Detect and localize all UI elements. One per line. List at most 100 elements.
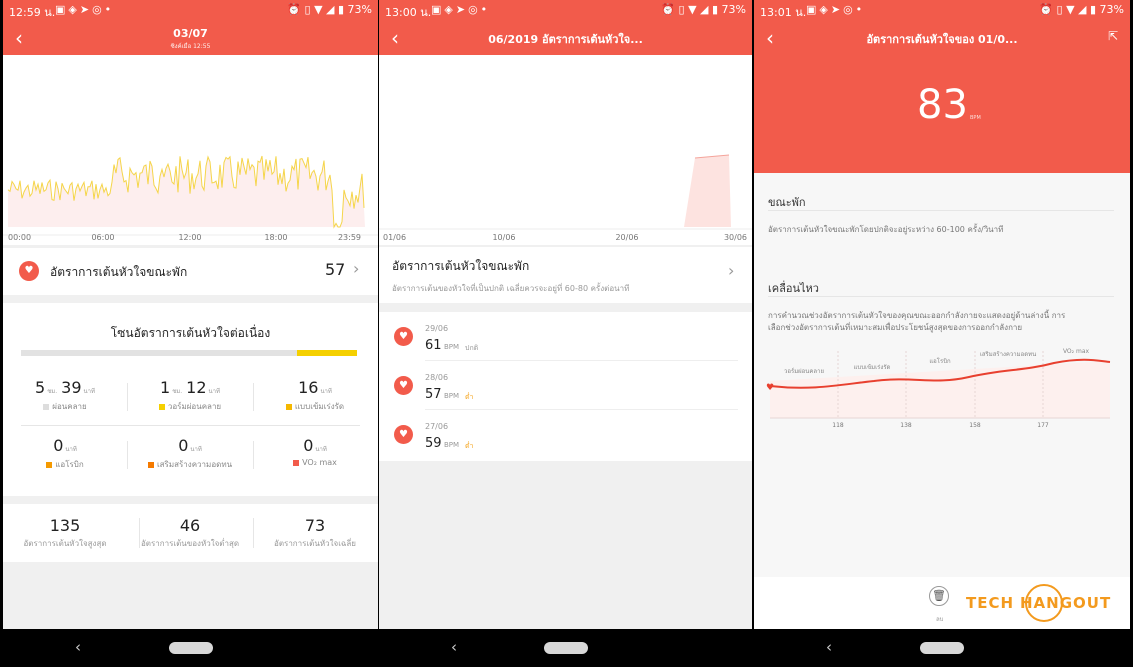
zone-tick-label: 158 — [969, 422, 981, 429]
resting-desc: อัตราการเต้นของหัวใจที่เป็นปกติ เฉลี่ยคว… — [392, 284, 630, 293]
move-desc-2: เลือกช่วงอัตราการเต้นที่เหมาะสมเพื่อประโ… — [768, 323, 1023, 332]
record-date: 29/06 — [425, 324, 449, 333]
record-row[interactable]: ♥ 28/06 57 BPM ต่ำ — [379, 361, 752, 410]
svg-text:HANGOUT: HANGOUT — [1020, 594, 1111, 612]
back-icon[interactable]: ‹ — [766, 26, 774, 50]
zone-minutes: 16 — [298, 378, 319, 397]
screen-monthly-heart-rate: 13:00 น. ▣◈➤◎• ⏰ ▯ ▼ ◢ ▮ 73% ‹ 06/2019 อ… — [379, 0, 752, 667]
zone-minutes-unit: นาที — [208, 388, 220, 395]
record-tag: ต่ำ — [465, 393, 474, 401]
record-unit: BPM — [444, 392, 460, 400]
nav-home-pill[interactable] — [543, 642, 588, 654]
nav-back-icon[interactable]: ‹ — [826, 638, 832, 656]
nav-bar: ‹ — [754, 629, 1130, 667]
record-date: 27/06 — [425, 422, 449, 431]
nav-back-icon[interactable]: ‹ — [75, 638, 81, 656]
zone-tick-label: 138 — [900, 422, 912, 429]
record-unit: BPM — [444, 343, 460, 351]
record-row[interactable]: ♥ 29/06 61 BPM ปกติ — [379, 312, 752, 361]
zone-label: ผ่อนคลาย — [52, 402, 87, 411]
zone-curve-label: วอร์มผ่อนคลาย — [784, 367, 824, 375]
heart-icon: ♥ — [394, 376, 413, 395]
notification-icons: ▣◈➤◎• — [806, 3, 866, 16]
status-bar: 13:01 น. ▣◈➤◎• ⏰ ▯ ▼ ◢ ▮ 73% — [754, 0, 1130, 20]
zone-color-swatch — [293, 459, 300, 466]
stat-label: อัตราการเต้นหัวใจสูงสุด — [23, 539, 107, 548]
zone-label: เสริมสร้างความอดทน — [156, 460, 233, 469]
x-tick-label: 00:00 — [8, 233, 31, 242]
status-time: 12:59 น. — [9, 6, 56, 19]
zone-minutes: 0 — [303, 436, 314, 455]
zone-minutes-unit: นาที — [190, 446, 202, 453]
zones-progress-bar — [21, 350, 357, 356]
zones-progress-fill — [296, 350, 357, 356]
app-bar: ‹ 03/07 ซิงค์เมื่อ 12:55 — [3, 20, 378, 55]
zones-curve-chart: ♥ วอร์มผ่อนคลาย แบบเข้มเร่งรัด แอโรบิก เสริม… — [766, 348, 1111, 429]
notification-icons: ▣◈➤◎• — [431, 3, 491, 16]
svg-text:TECH: TECH — [966, 594, 1014, 612]
zone-curve-label: แอโรบิก — [929, 357, 951, 365]
heart-icon: ♥ — [394, 327, 413, 346]
techhangout-logo: TECH HANGOUT — [966, 584, 1111, 622]
resting-label: อัตราการเต้นหัวใจขณะพัก — [50, 265, 188, 279]
zone-color-swatch — [46, 461, 53, 468]
daily-chart[interactable]: 00:00 06:00 12:00 18:00 23:59 — [3, 55, 378, 245]
zone-curve-label: เสริมสร้างความอดทน — [980, 351, 1036, 358]
back-icon[interactable]: ‹ — [391, 26, 399, 50]
monthly-chart[interactable]: 01/06 10/06 20/06 30/06 — [379, 55, 752, 245]
x-tick-label: 30/06 — [724, 233, 747, 242]
zone-minutes: 12 — [186, 378, 207, 397]
x-tick-label: 20/06 — [615, 233, 638, 242]
record-unit: BPM — [444, 441, 460, 449]
trash-icon[interactable]: 🗑 — [929, 586, 949, 606]
stat-label: อัตราการเต้นของหัวใจต่ำสุด — [140, 539, 240, 548]
battery-text: 73% — [1099, 3, 1124, 16]
zone-item: 0 นาที VO₂ max — [255, 436, 375, 467]
rest-desc: อัตราการเต้นหัวใจขณะพักโดยปกติจะอยู่ระหว… — [768, 225, 1004, 234]
zone-minutes-unit: นาที — [83, 388, 95, 395]
zone-tick-label: 177 — [1037, 422, 1049, 429]
notification-icons: ▣◈➤◎• — [55, 3, 115, 16]
battery-text: 73% — [721, 3, 746, 16]
stat-value: 135 — [49, 516, 81, 535]
status-bar: 13:00 น. ▣◈➤◎• ⏰ ▯ ▼ ◢ ▮ 73% — [379, 0, 752, 20]
zone-label: แอโรบิก — [55, 460, 84, 469]
detail-body: ขณะพัก อัตราการเต้นหัวใจขณะพักโดยปกติจะอ… — [754, 173, 1130, 577]
resting-heart-rate-row[interactable]: ♥ อัตราการเต้นหัวใจขณะพัก 57 › — [3, 248, 378, 295]
zone-label: แบบเข้มเร่งรัด — [294, 402, 345, 411]
records-list: ♥ 29/06 61 BPM ปกติ ♥ 28/06 57 BPM ต่ำ ♥ 27/06 59 BPM… — [379, 312, 752, 461]
status-right: ⏰ ▯ ▼ ◢ ▮ 73% — [1039, 3, 1124, 16]
nav-home-pill[interactable] — [920, 642, 964, 654]
record-tag: ต่ำ — [465, 442, 474, 450]
record-row[interactable]: ♥ 27/06 59 BPM ต่ำ — [379, 410, 752, 459]
x-tick-label: 01/06 — [383, 233, 406, 242]
resting-label: อัตราการเต้นหัวใจขณะพัก — [392, 259, 530, 273]
status-bar: 12:59 น. ▣◈➤◎• ⏰ ▯ ▼ ◢ ▮ 73% — [3, 0, 378, 20]
stat-value: 46 — [179, 516, 201, 535]
nav-bar: ‹ — [3, 629, 378, 667]
heart-rate-value: 83 — [917, 82, 968, 128]
move-title: เคลื่อนไหว — [768, 282, 819, 295]
zone-item: 16 นาที แบบเข้มเร่งรัด — [255, 378, 375, 413]
delete-label: ลบ — [936, 616, 944, 623]
nav-bar: ‹ — [379, 629, 752, 667]
zone-minutes-unit: นาที — [315, 446, 327, 453]
zone-item: 0 นาที เสริมสร้างความอดทน — [130, 436, 250, 471]
zone-hours: 1 — [160, 378, 171, 397]
record-value: 59 — [425, 436, 442, 451]
zones-title: โซนอัตราการเต้นหัวใจต่อเนื่อง — [110, 326, 271, 340]
share-icon[interactable]: ⇱ — [1108, 29, 1118, 43]
zone-label: วอร์มผ่อนคลาย — [167, 402, 222, 411]
screen-heart-rate-detail: 13:01 น. ▣◈➤◎• ⏰ ▯ ▼ ◢ ▮ 73% ‹ อัตราการเ… — [754, 0, 1130, 667]
record-value: 57 — [425, 387, 442, 402]
nav-back-icon[interactable]: ‹ — [451, 638, 457, 656]
app-bar: ‹ 06/2019 อัตราการเต้นหัวใจ... — [379, 20, 752, 55]
heart-marker-icon: ♥ — [766, 383, 774, 393]
stats-card: 135 อัตราการเต้นหัวใจสูงสุด 46 อัตราการเต้น… — [3, 504, 378, 562]
bottom-actions: 🗑 ลบ TECH HANGOUT — [754, 577, 1130, 629]
resting-info-row[interactable]: อัตราการเต้นหัวใจขณะพัก อัตราการเต้นของห… — [379, 247, 752, 303]
zone-color-swatch — [285, 403, 292, 410]
zone-tick-label: 118 — [832, 422, 844, 429]
zone-minutes: 0 — [53, 436, 64, 455]
nav-home-pill[interactable] — [168, 642, 213, 654]
